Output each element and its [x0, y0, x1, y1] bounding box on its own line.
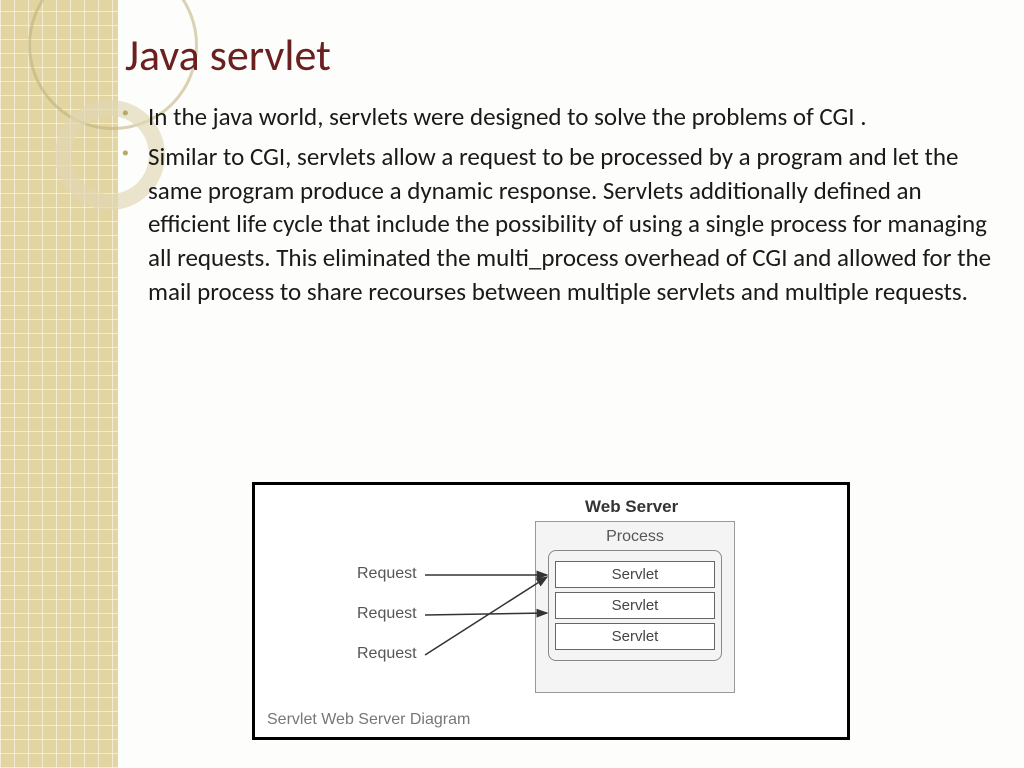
request-label: Request — [357, 645, 417, 663]
slide: Java servlet In the java world, servlets… — [0, 0, 1024, 768]
servlet-box: Servlet — [555, 561, 715, 588]
servlet-box: Servlet — [555, 623, 715, 650]
request-label: Request — [357, 605, 417, 623]
slide-body: In the java world, servlets were designe… — [120, 100, 1000, 315]
servlet-box: Servlet — [555, 592, 715, 619]
servlet-stack: Servlet Servlet Servlet — [548, 550, 722, 661]
request-label: Request — [357, 565, 417, 583]
bullet-item: In the java world, servlets were designe… — [120, 100, 1000, 134]
slide-title: Java servlet — [125, 28, 331, 82]
diagram-panel: Web Server Process Servlet Servlet Servl… — [252, 482, 850, 740]
bullet-item: Similar to CGI, servlets allow a request… — [120, 140, 1000, 309]
diagram-server-title: Web Server — [585, 497, 678, 517]
process-label: Process — [536, 522, 734, 550]
process-box: Process Servlet Servlet Servlet — [535, 521, 735, 693]
diagram-caption: Servlet Web Server Diagram — [267, 711, 470, 729]
